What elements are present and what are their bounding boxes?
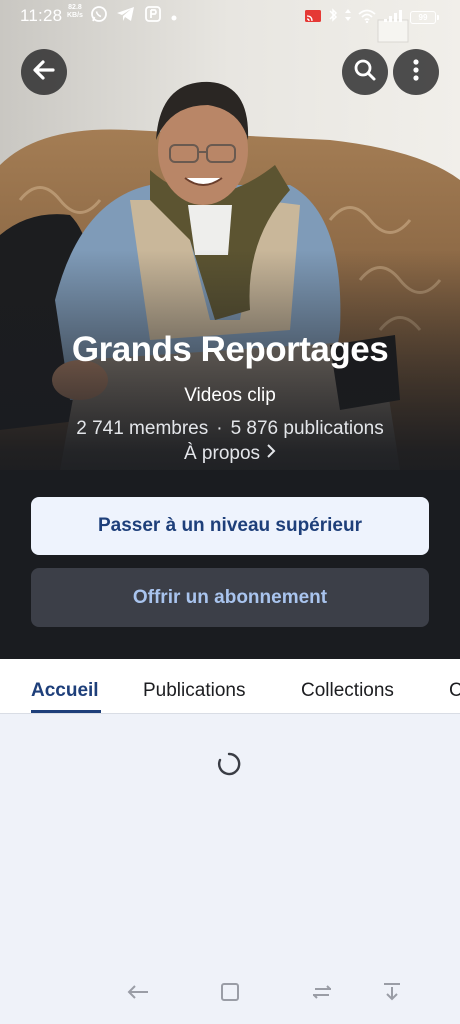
more-options-button[interactable] xyxy=(393,49,439,95)
search-icon xyxy=(353,58,377,87)
nav-back-icon xyxy=(126,983,150,1006)
page-title: Grands Reportages xyxy=(71,330,389,369)
network-speed: 82.8 KB/s xyxy=(67,4,83,19)
whatsapp-icon xyxy=(90,5,108,28)
publication-count: 5 876 publications xyxy=(230,418,384,439)
loading-spinner-icon xyxy=(217,752,241,776)
chevron-right-icon xyxy=(266,443,276,465)
search-button[interactable] xyxy=(342,49,388,95)
data-transfer-icon xyxy=(344,7,352,28)
tab-overflow[interactable]: C xyxy=(449,680,460,702)
gift-subscription-button[interactable]: Offrir un abonnement xyxy=(31,568,429,627)
system-nav-bar xyxy=(0,970,460,1018)
about-link[interactable]: À propos xyxy=(0,443,460,465)
nav-home-button[interactable] xyxy=(216,980,244,1008)
more-vertical-icon xyxy=(412,58,420,87)
stats-separator: · xyxy=(216,418,223,439)
wifi-icon xyxy=(358,8,376,28)
nav-back-button[interactable] xyxy=(124,980,152,1008)
tab-accueil[interactable]: Accueil xyxy=(31,680,99,702)
nav-hide-button[interactable] xyxy=(378,980,406,1008)
app-notification-icon xyxy=(144,5,162,28)
nav-home-icon xyxy=(220,982,240,1007)
arrow-left-icon xyxy=(31,57,57,88)
notification-dot-icon xyxy=(170,7,178,27)
signal-icon xyxy=(382,8,404,28)
upgrade-button[interactable]: Passer à un niveau supérieur xyxy=(31,497,429,555)
nav-recents-icon xyxy=(311,983,333,1006)
nav-hide-icon xyxy=(381,981,403,1008)
active-tab-indicator xyxy=(31,710,101,713)
status-time: 11:28 xyxy=(20,6,63,25)
back-button[interactable] xyxy=(21,49,67,95)
page-subtitle: Videos clip xyxy=(184,385,276,406)
member-count: 2 741 membres xyxy=(76,418,209,439)
tab-bar: Accueil Publications Collections C xyxy=(0,659,460,714)
bluetooth-icon xyxy=(328,7,338,28)
status-bar: 11:28 82.8 KB/s 99 xyxy=(0,0,460,32)
battery-icon: 99 xyxy=(410,11,439,24)
about-label: À propos xyxy=(183,443,261,464)
tab-publications[interactable]: Publications xyxy=(143,680,245,702)
community-stats: 2 741 membres · 5 876 publications xyxy=(0,418,460,440)
tab-collections[interactable]: Collections xyxy=(301,680,394,702)
telegram-icon xyxy=(116,5,136,28)
nav-recents-button[interactable] xyxy=(308,980,336,1008)
cast-icon xyxy=(304,8,322,28)
